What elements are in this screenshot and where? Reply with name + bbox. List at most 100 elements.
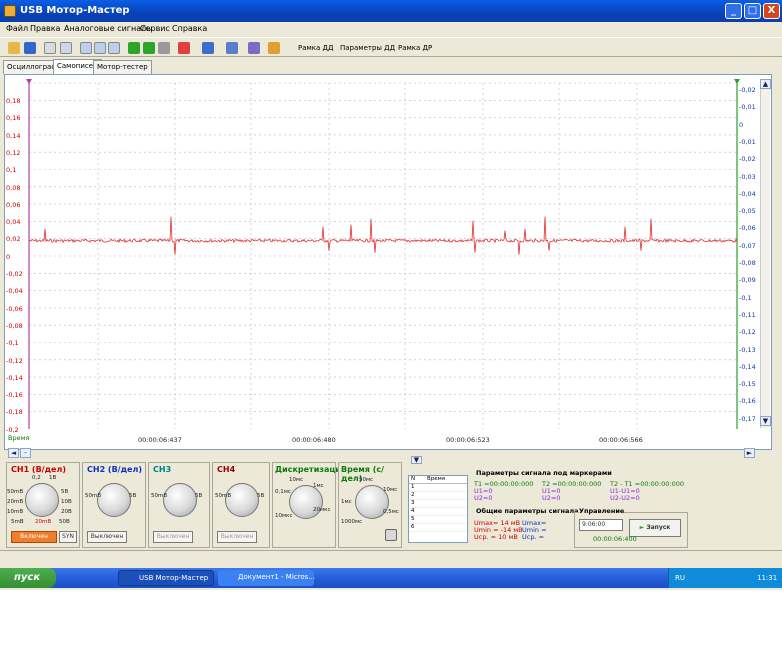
ch2-label: CH2 (В/дел) [87,465,142,474]
task-document[interactable]: Документ1 - Micros... [218,570,315,586]
table-row[interactable]: 1 [409,484,467,492]
y2-tick-label: -0,02 [739,155,756,164]
x-tick-label: 00:00:06:480 [292,436,336,444]
zoom-in-icon[interactable] [80,42,92,54]
x-tick-label: 00:00:06:523 [446,436,490,444]
title-bar[interactable]: USB Мотор-Мастер _ □ X [0,0,782,22]
y2-tick-label: -0,05 [739,207,756,216]
document-icon[interactable] [385,529,397,541]
table-row[interactable]: 5 [409,516,467,524]
scroll-left-icon[interactable]: ◄ [8,448,19,458]
ch2-panel: CH2 (В/дел) 50mВ 5В Выключен [82,462,146,548]
time-spinbox[interactable]: 9:06:00 [579,519,623,531]
ch2-enable-button[interactable]: Выключен [87,531,127,543]
stop-icon[interactable] [158,42,170,54]
ch1-value: 20mВ [35,519,52,525]
ch3-volts-knob[interactable] [163,483,197,517]
maximize-button[interactable]: □ [744,3,761,19]
play-icon: ► [639,524,645,531]
y2-tick-label: -0,04 [739,189,756,198]
plot-area[interactable] [4,74,772,450]
signal-trace [29,216,738,255]
plot-canvas [26,79,740,429]
window-title: USB Мотор-Мастер [20,5,130,16]
params-dd-button[interactable]: Параметры ДД [340,44,395,52]
y2-tick-label: -0,11 [739,310,756,319]
panel-toggle-icon[interactable]: ▼ [411,456,422,464]
print-preview-icon[interactable] [44,42,56,54]
app-icon [4,5,16,17]
y2-tick-label: -0,08 [739,259,756,267]
marker-table[interactable]: N Время 1 2 3 4 5 6 [408,475,468,543]
filter-icon[interactable] [248,42,260,54]
print-icon[interactable] [60,42,72,54]
table-row[interactable]: 2 [409,492,467,500]
table-row[interactable]: 3 [409,500,467,508]
zoom-fit-icon[interactable] [108,42,120,54]
sampling-panel: Дискретизация 10мс 1мс 0,1мс 10мкс 20мкс [272,462,346,548]
y-tick-label: -0,16 [6,391,23,400]
sync-button[interactable]: SYN [59,531,77,543]
y-tick-label: 0,14 [6,131,21,140]
y2-tick-label: -0,06 [739,224,756,233]
y-tick-label: 0,1 [6,166,17,175]
menu-help[interactable]: Справка [172,24,207,33]
markers-title: Параметры сигнала под маркерами [476,469,612,477]
table-row[interactable]: 4 [409,508,467,516]
trigger-icon[interactable] [178,42,190,54]
status-bar [0,550,782,566]
start-button[interactable]: ► Запуск [629,519,681,537]
y2-tick-label: -0,09 [739,276,756,285]
sampling-knob[interactable] [289,485,323,519]
language-indicator[interactable]: RU [675,574,685,582]
y-tick-label: -0,14 [6,373,23,382]
ch3-enable-button[interactable]: Выключен [153,531,193,543]
tab-motor-tester[interactable]: Мотор-тестер [93,60,152,74]
close-button[interactable]: X [763,3,780,19]
ch2-volts-knob[interactable] [97,483,131,517]
clock: 11:31 [757,574,778,582]
ch1-panel: CH1 (В/дел) 0,2 1В 50mВ 20mВ 10mВ 5mВ 5В… [6,462,80,548]
record-play-icon[interactable] [143,42,155,54]
y2-tick-label: -0,02 [739,86,756,94]
sound-icon[interactable] [268,42,280,54]
menu-service[interactable]: Сервис [140,24,170,33]
signal-icon[interactable] [202,42,214,54]
scroll-right-icon[interactable]: ► [744,448,755,458]
y-tick-label: -0,02 [6,270,23,278]
ch3-label: CH3 [153,465,172,474]
ch1-volts-knob[interactable] [25,483,59,517]
ch4-volts-knob[interactable] [225,483,259,517]
start-button[interactable]: пуск [0,568,56,588]
y-tick-label: 0,02 [6,235,21,244]
ch3-panel: CH3 50mВ 5В Выключен [148,462,210,548]
y-tick-label: 0 [6,252,11,261]
table-row[interactable]: 6 [409,524,467,532]
scroll-up-icon[interactable]: ▲ [760,79,771,89]
task-usb-motor-master[interactable]: USB Мотор-Мастер [118,570,214,586]
menu-edit[interactable]: Правка [30,24,60,33]
system-tray: RU 11:31 [668,568,782,588]
open-icon[interactable] [8,42,20,54]
menu-bar: Файл Правка Аналоговые сигналы Сервис Сп… [0,22,782,36]
save-icon[interactable] [24,42,36,54]
ch4-enable-button[interactable]: Выключен [217,531,257,543]
minimize-button[interactable]: _ [725,3,742,19]
scroll-down-icon[interactable]: ▼ [760,416,771,426]
play-icon[interactable] [128,42,140,54]
zoom-out-icon[interactable] [94,42,106,54]
x-tick-label: 00:00:06:437 [138,436,182,444]
y-tick-label: 0,04 [6,218,21,227]
y2-tick-label: -0,01 [739,103,756,112]
marker-t1-icon [26,79,32,84]
zoom-minus-icon[interactable]: - [20,448,31,458]
frame-dd-button[interactable]: Рамка ДД [298,44,333,52]
ch1-enable-button[interactable]: Включен [11,531,57,543]
y-tick-label: 0,18 [6,97,21,105]
channel-icon[interactable] [226,42,238,54]
menu-file[interactable]: Файл [6,24,28,33]
frame-dr-button[interactable]: Рамка ДР [398,44,432,52]
y2-tick-label: -0,03 [739,172,756,181]
vertical-scrollbar[interactable]: ▲ ▼ [760,79,771,428]
time-div-panel: Время (с/дел) 50мс 10мс 1мс 0,5мс 1000мс [338,462,402,548]
